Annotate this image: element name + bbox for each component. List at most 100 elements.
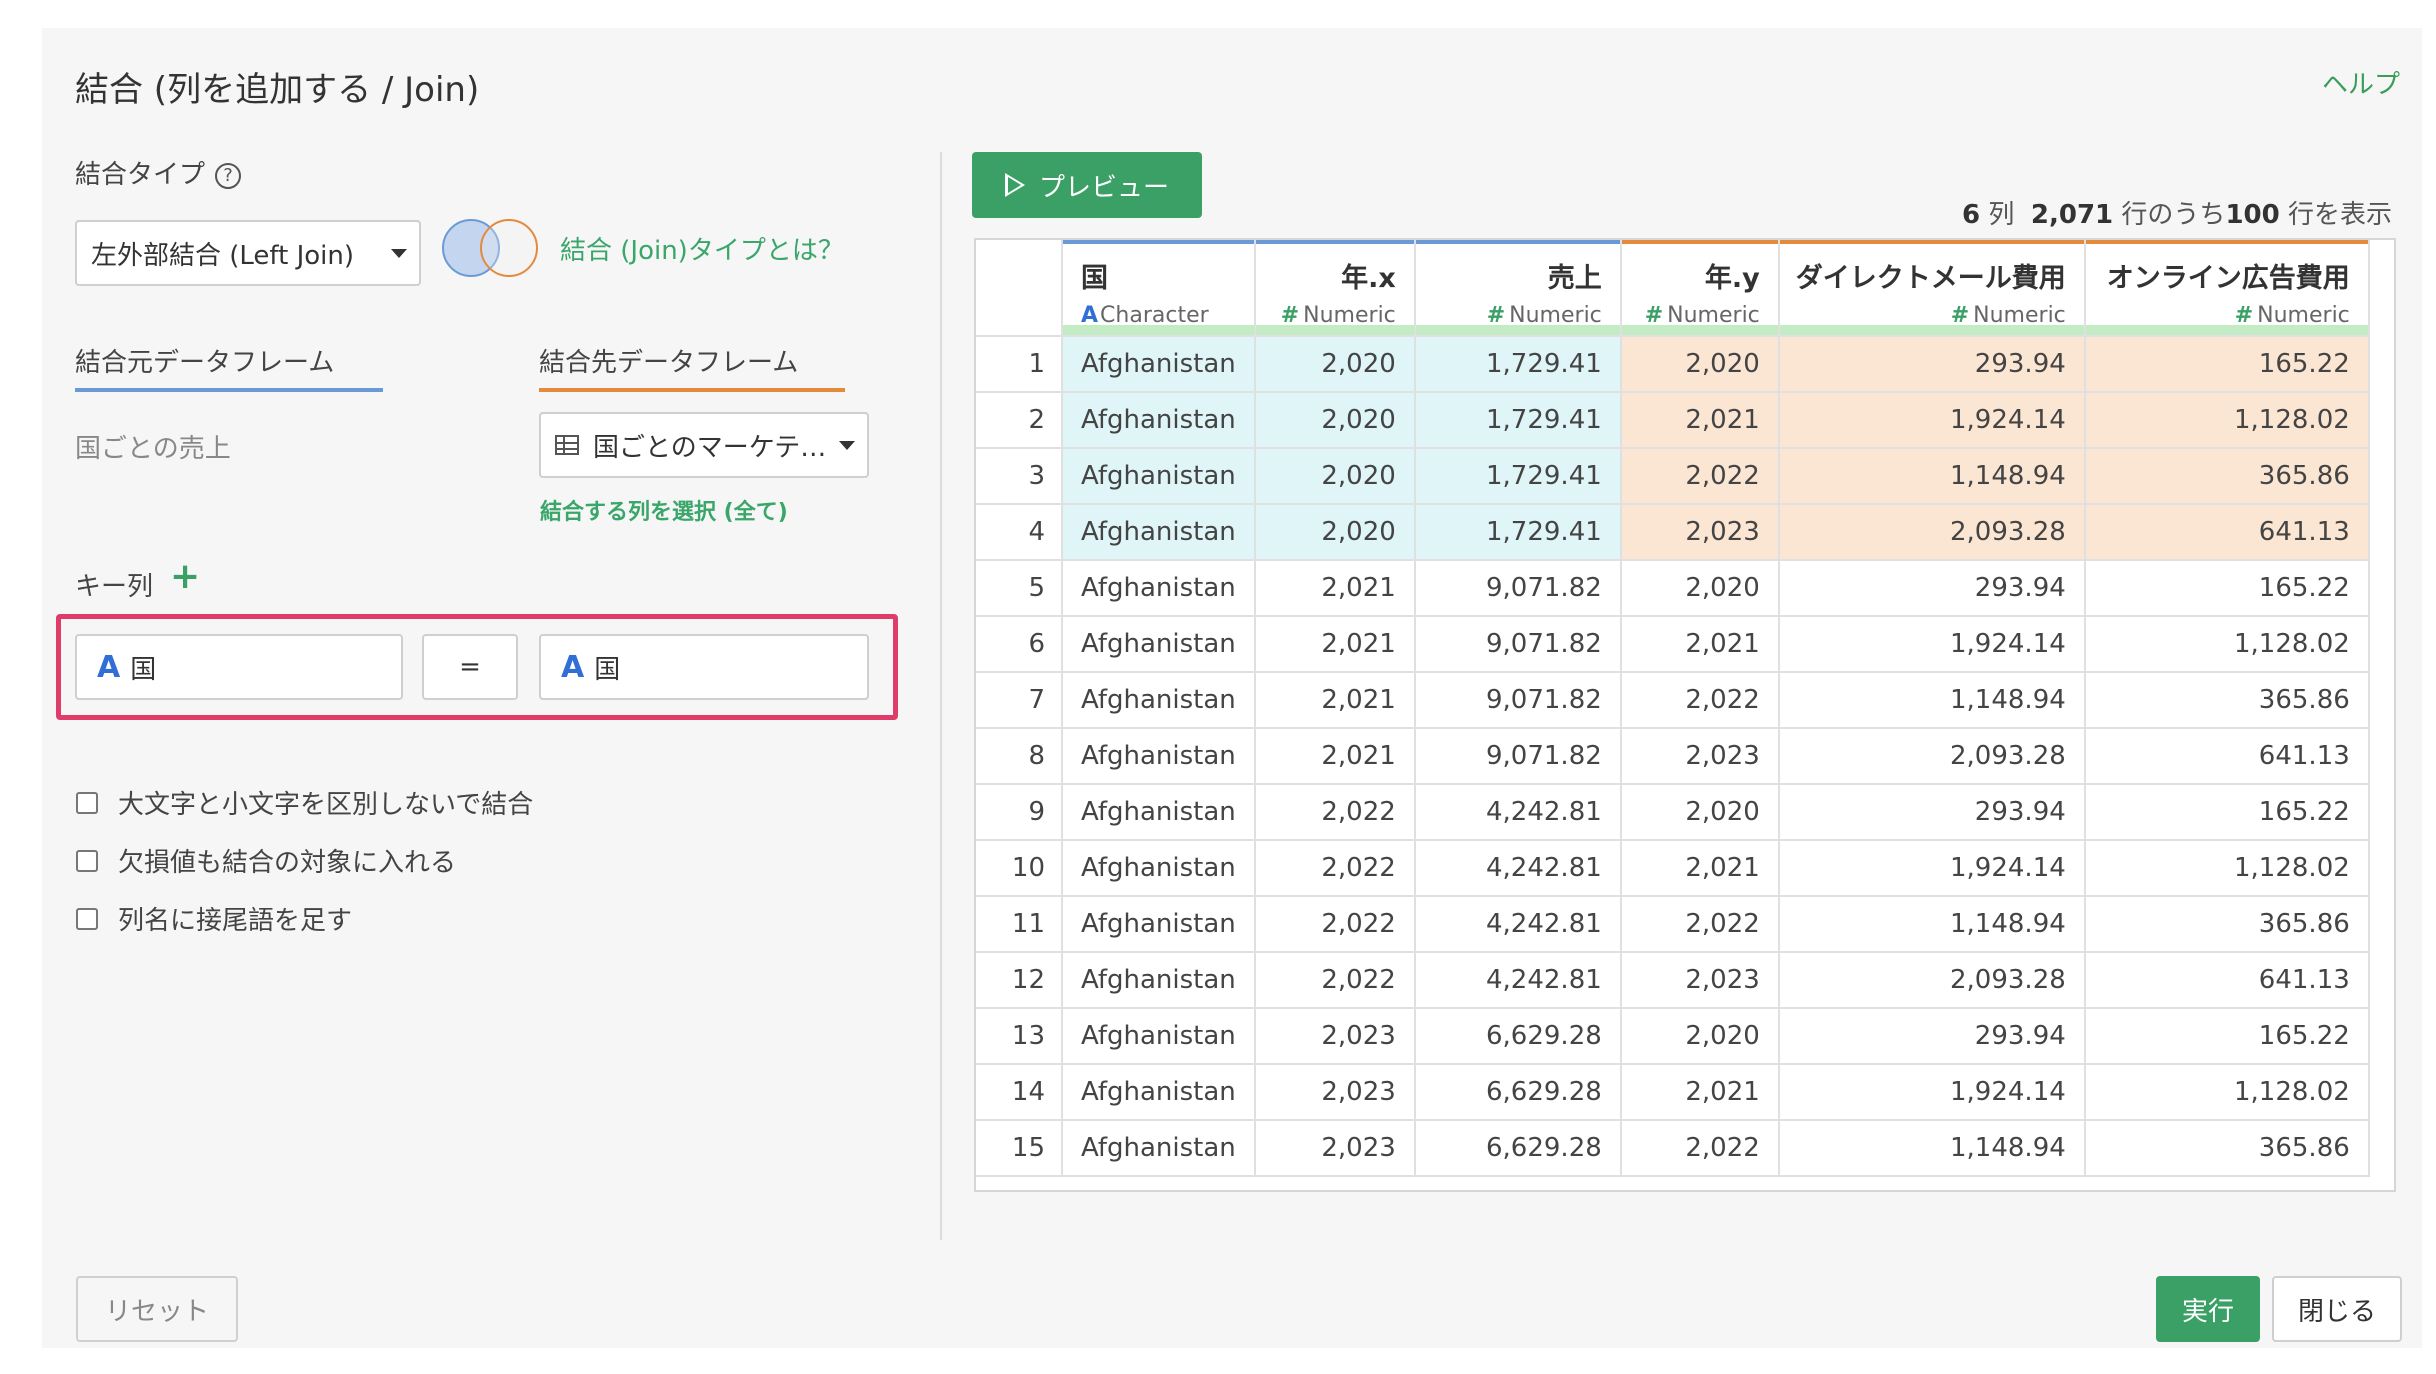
- join-type-label-row: 結合タイプ?: [75, 154, 242, 191]
- table-cell: Afghanistan: [1062, 672, 1256, 729]
- table-cell: Afghanistan: [1062, 840, 1256, 897]
- table-row: 3 Afghanistan 2,020 1,729.41 2,022 1,148.94 36…: [976, 448, 2370, 505]
- column-header-year-y[interactable]: 年.y # Numeric: [1620, 240, 1780, 337]
- table-cell: Afghanistan: [1062, 504, 1256, 561]
- reset-button[interactable]: リセット: [76, 1276, 238, 1342]
- close-button[interactable]: 閉じる: [2272, 1276, 2402, 1342]
- join-type-help-link[interactable]: 結合 (Join)タイプとは？: [560, 230, 844, 267]
- column-header-year-x[interactable]: 年.x # Numeric: [1254, 240, 1416, 337]
- table-cell: 1,128.02: [2084, 1064, 2370, 1121]
- table-cell: 2,020: [1620, 336, 1780, 393]
- table-cell: 2,022: [1620, 672, 1780, 729]
- venn-diagram-icon: [440, 216, 544, 280]
- table-cell: Afghanistan: [1062, 728, 1256, 785]
- key-left-field[interactable]: A 国: [75, 634, 403, 700]
- table-row: 5 Afghanistan 2,021 9,071.82 2,020 293.94 165.…: [976, 560, 2370, 617]
- column-header-direct-mail-cost[interactable]: ダイレクトメール費用 # Numeric: [1778, 240, 2086, 337]
- table-row: 10 Afghanistan 2,022 4,242.81 2,021 1,924.14 1…: [976, 840, 2370, 897]
- table-cell: 2,093.28: [1778, 504, 2086, 561]
- table-cell: 9,071.82: [1414, 728, 1622, 785]
- shown-rows: 100: [2225, 200, 2280, 230]
- table-cell: 165.22: [2084, 336, 2370, 393]
- table-cell: 1,924.14: [1778, 840, 2086, 897]
- table-cell: 1,148.94: [1778, 896, 2086, 953]
- question-icon[interactable]: ?: [215, 162, 242, 189]
- column-header-country[interactable]: 国 ACharacter: [1062, 240, 1256, 337]
- table-cell: 365.86: [2084, 1120, 2370, 1177]
- checkbox[interactable]: [76, 907, 98, 930]
- table-cell: 365.86: [2084, 448, 2370, 505]
- table-cell: Afghanistan: [1062, 616, 1256, 673]
- chevron-down-icon: [391, 249, 407, 258]
- table-cell: Afghanistan: [1062, 896, 1256, 953]
- table-row: 2 Afghanistan 2,020 1,729.41 2,021 1,924.14 1,…: [976, 392, 2370, 449]
- column-header-sales[interactable]: 売上 # Numeric: [1414, 240, 1622, 337]
- table-cell: 1,729.41: [1414, 392, 1622, 449]
- table-cell: 2,022: [1620, 1120, 1780, 1177]
- table-cell: 2,022: [1254, 896, 1416, 953]
- table-header-row: 国 ACharacter 年.x #Numeric 売上 #Numeric: [976, 240, 2370, 337]
- table-cell: 2,022: [1620, 896, 1780, 953]
- table-row: 12 Afghanistan 2,022 4,242.81 2,023 2,093.28 6…: [976, 952, 2370, 1009]
- case-insensitive-checkbox[interactable]: 大文字と小文字を区別しないで結合: [76, 784, 533, 821]
- table-cell: 1,924.14: [1778, 1064, 2086, 1121]
- preview-button[interactable]: プレビュー: [972, 152, 1202, 218]
- table-row: 14 Afghanistan 2,023 6,629.28 2,021 1,924.14 1…: [976, 1064, 2370, 1121]
- table-cell: 1,729.41: [1414, 448, 1622, 505]
- help-link[interactable]: ヘルプ: [2322, 64, 2400, 101]
- table-cell: Afghanistan: [1062, 1120, 1256, 1177]
- column-header-online-ad-cost[interactable]: オンライン広告費用 # Numeric: [2084, 240, 2370, 337]
- table-cell: 165.22: [2084, 560, 2370, 617]
- select-columns-link[interactable]: 結合する列を選択 (全て): [540, 494, 788, 526]
- key-equals-box: =: [422, 634, 518, 700]
- include-missing-checkbox[interactable]: 欠損値も結合の対象に入れる: [76, 842, 456, 879]
- column-count: 6: [1962, 200, 1981, 230]
- table-cell: 2,021: [1254, 616, 1416, 673]
- table-cell: 2,020: [1254, 336, 1416, 393]
- rows-shown-label: 行を表示: [2287, 200, 2392, 230]
- table-cell: 2,093.28: [1778, 728, 2086, 785]
- target-dataframe-select[interactable]: 国ごとのマーケテ…: [539, 412, 869, 478]
- character-type-icon: A: [97, 649, 121, 685]
- add-key-icon[interactable]: +: [170, 556, 200, 597]
- table-cell: 4,242.81: [1414, 952, 1622, 1009]
- run-button[interactable]: 実行: [2156, 1276, 2260, 1342]
- table-cell: 365.86: [2084, 896, 2370, 953]
- table-cell: 293.94: [1778, 560, 2086, 617]
- chevron-down-icon: [839, 441, 855, 450]
- table-cell: 2,021: [1254, 728, 1416, 785]
- table-cell: 2,021: [1620, 840, 1780, 897]
- table-cell: 2,021: [1620, 616, 1780, 673]
- column-name: オンライン広告費用: [2106, 263, 2350, 294]
- column-name: ダイレクトメール費用: [1795, 263, 2066, 294]
- checkbox[interactable]: [76, 849, 98, 872]
- row-index: 11: [976, 896, 1063, 953]
- index-header: [976, 240, 1063, 337]
- table-icon: [555, 435, 579, 455]
- table-row: 9 Afghanistan 2,022 4,242.81 2,020 293.94 165.…: [976, 784, 2370, 841]
- join-type-select[interactable]: 左外部結合 (Left Join): [75, 220, 421, 286]
- table-cell: 2,023: [1254, 1120, 1416, 1177]
- preview-table-container[interactable]: 国 ACharacter 年.x #Numeric 売上 #Numeric: [974, 238, 2396, 1192]
- table-cell: 641.13: [2084, 504, 2370, 561]
- add-suffix-checkbox[interactable]: 列名に接尾語を足す: [76, 900, 352, 937]
- checkbox[interactable]: [76, 791, 98, 814]
- table-row: 13 Afghanistan 2,023 6,629.28 2,020 293.94 165…: [976, 1008, 2370, 1065]
- character-type-icon: A: [561, 649, 585, 685]
- table-cell: 641.13: [2084, 728, 2370, 785]
- row-index: 8: [976, 728, 1063, 785]
- table-cell: 1,128.02: [2084, 840, 2370, 897]
- join-type-value: 左外部結合 (Left Join): [91, 240, 355, 271]
- column-name: 年.y: [1704, 263, 1760, 294]
- table-cell: 165.22: [2084, 784, 2370, 841]
- table-cell: 2,021: [1254, 672, 1416, 729]
- table-cell: 1,924.14: [1778, 616, 2086, 673]
- table-row: 1 Afghanistan 2,020 1,729.41 2,020 293.94 165.…: [976, 336, 2370, 393]
- row-index: 6: [976, 616, 1063, 673]
- table-cell: 365.86: [2084, 672, 2370, 729]
- table-cell: 2,093.28: [1778, 952, 2086, 1009]
- table-cell: 2,023: [1620, 728, 1780, 785]
- table-cell: 1,729.41: [1414, 336, 1622, 393]
- table-cell: 6,629.28: [1414, 1064, 1622, 1121]
- key-right-field[interactable]: A 国: [539, 634, 869, 700]
